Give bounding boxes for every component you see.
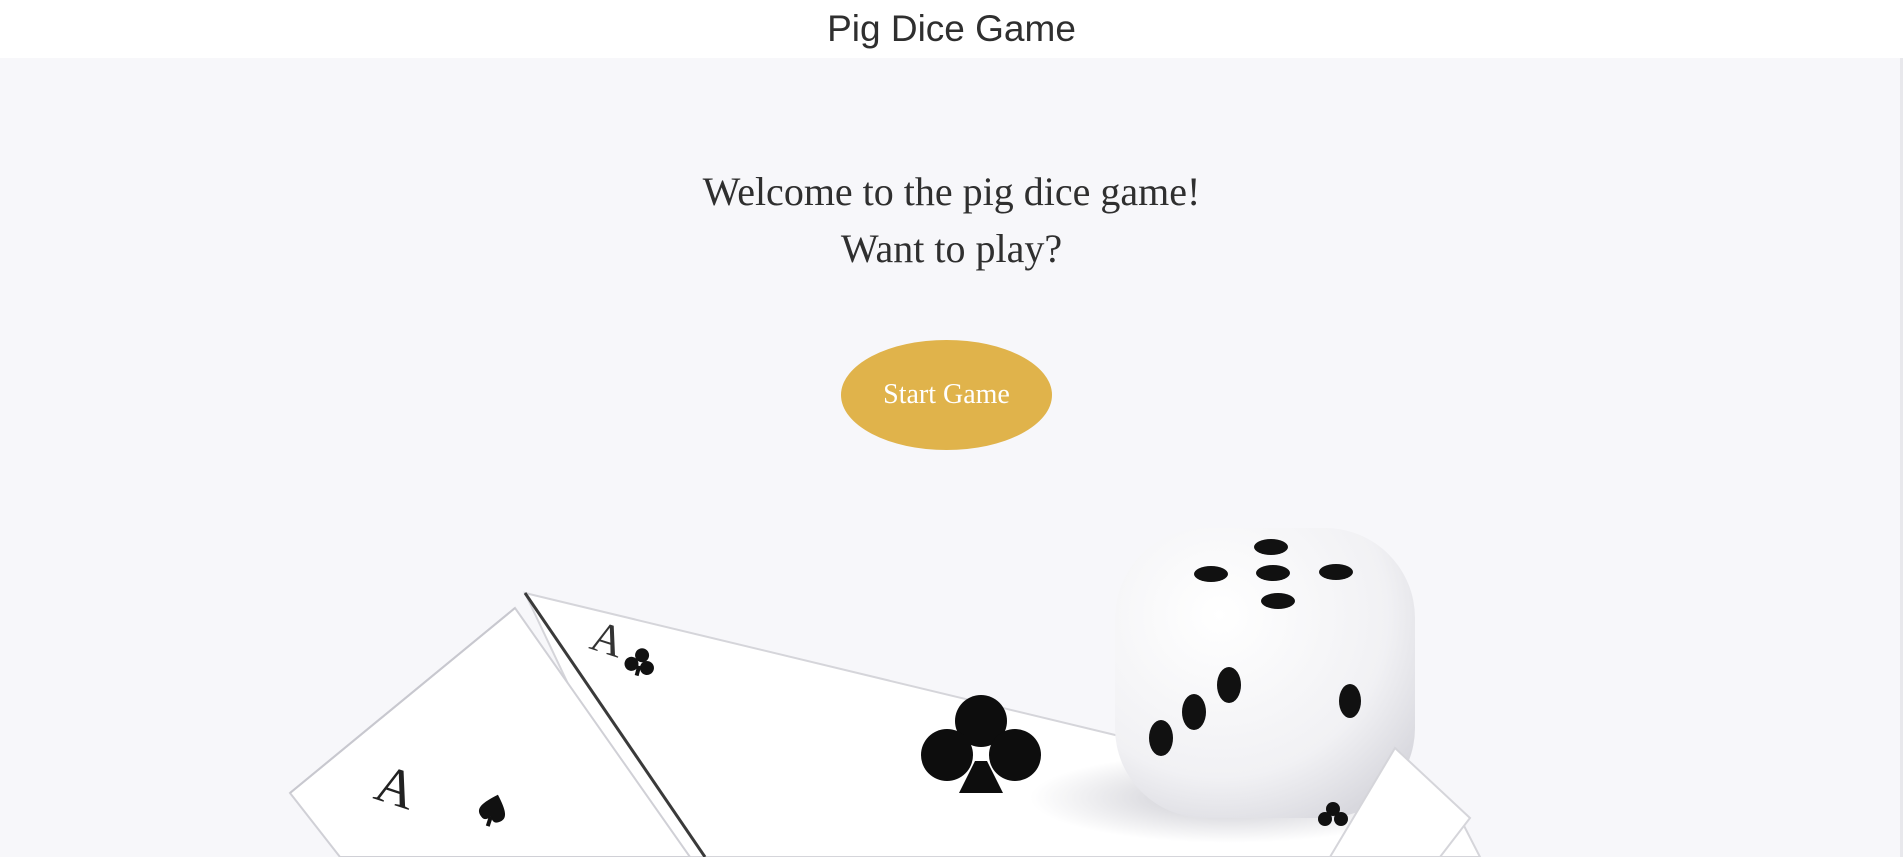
welcome-line: Welcome to the pig dice game! <box>702 169 1201 214</box>
hero-section: A A Welcome to the pig dice game! Want t… <box>0 58 1903 857</box>
top-bar: Pig Dice Game <box>0 0 1903 58</box>
start-game-button[interactable]: Start Game <box>841 340 1052 450</box>
question-line: Want to play? <box>840 226 1063 271</box>
welcome-message: Welcome to the pig dice game! Want to pl… <box>0 163 1903 277</box>
white-die <box>1115 528 1415 818</box>
site-title: Pig Dice Game <box>827 8 1076 49</box>
